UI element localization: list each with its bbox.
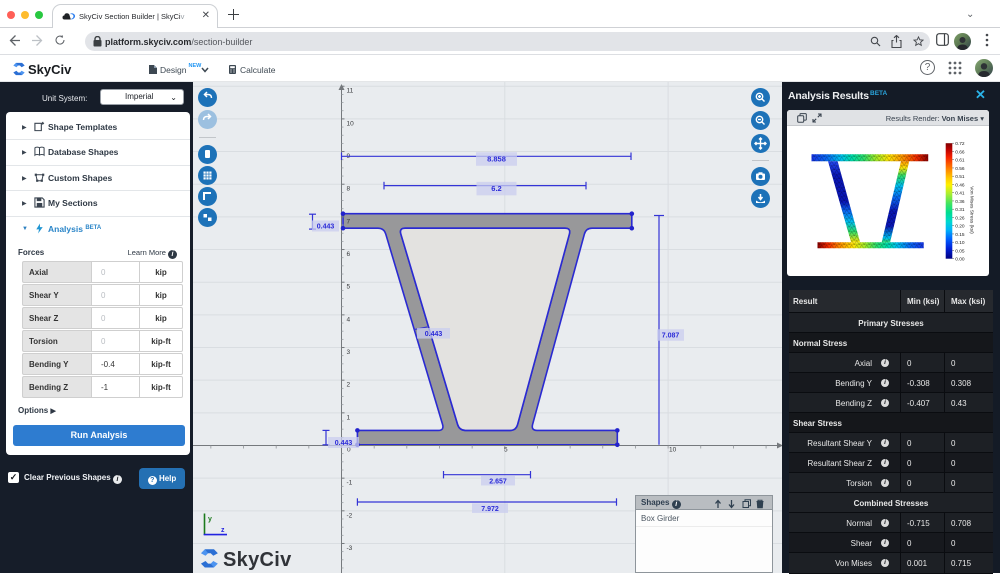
svg-text:5: 5 — [347, 284, 351, 291]
svg-text:SkyCiv: SkyCiv — [223, 549, 292, 571]
svg-text:0.56: 0.56 — [955, 166, 965, 172]
svg-text:7.087: 7.087 — [662, 333, 680, 340]
svg-text:0.41: 0.41 — [955, 191, 965, 197]
svg-text:0.46: 0.46 — [955, 182, 965, 188]
svg-text:0.26: 0.26 — [955, 215, 965, 221]
svg-text:0.05: 0.05 — [955, 248, 965, 254]
svg-text:y: y — [208, 516, 212, 523]
svg-text:7.972: 7.972 — [481, 506, 499, 513]
svg-text:7: 7 — [347, 218, 351, 225]
svg-text:0.20: 0.20 — [955, 224, 965, 230]
svg-text:6.2: 6.2 — [491, 184, 501, 193]
svg-text:0.72: 0.72 — [955, 141, 965, 147]
svg-text:z: z — [221, 527, 225, 534]
svg-text:-3: -3 — [347, 545, 353, 552]
svg-text:2.657: 2.657 — [489, 478, 507, 485]
svg-text:1: 1 — [347, 414, 351, 421]
svg-text:0.51: 0.51 — [955, 174, 965, 180]
svg-text:0.31: 0.31 — [955, 207, 965, 213]
svg-text:0.66: 0.66 — [955, 149, 965, 155]
svg-text:0.00: 0.00 — [955, 257, 965, 263]
svg-text:8.858: 8.858 — [487, 155, 506, 164]
svg-text:8: 8 — [347, 186, 351, 193]
svg-text:6: 6 — [347, 251, 351, 258]
svg-text:2: 2 — [347, 382, 351, 389]
svg-text:-2: -2 — [347, 512, 353, 519]
svg-text:10: 10 — [347, 120, 355, 127]
svg-text:11: 11 — [347, 88, 354, 95]
svg-text:0.443: 0.443 — [317, 224, 335, 231]
svg-text:0.10: 0.10 — [955, 240, 965, 246]
svg-text:0.443: 0.443 — [335, 440, 353, 447]
svg-text:10: 10 — [669, 447, 677, 454]
svg-text:4: 4 — [347, 316, 351, 323]
svg-text:-1: -1 — [347, 480, 353, 487]
svg-text:0.36: 0.36 — [955, 199, 965, 205]
svg-text:Von Mises Stress (ksi): Von Mises Stress (ksi) — [969, 186, 975, 234]
svg-text:5: 5 — [504, 447, 508, 454]
svg-text:0.15: 0.15 — [955, 232, 965, 238]
svg-text:0.443: 0.443 — [425, 331, 443, 338]
svg-text:0.61: 0.61 — [955, 158, 965, 164]
svg-text:3: 3 — [347, 349, 351, 356]
